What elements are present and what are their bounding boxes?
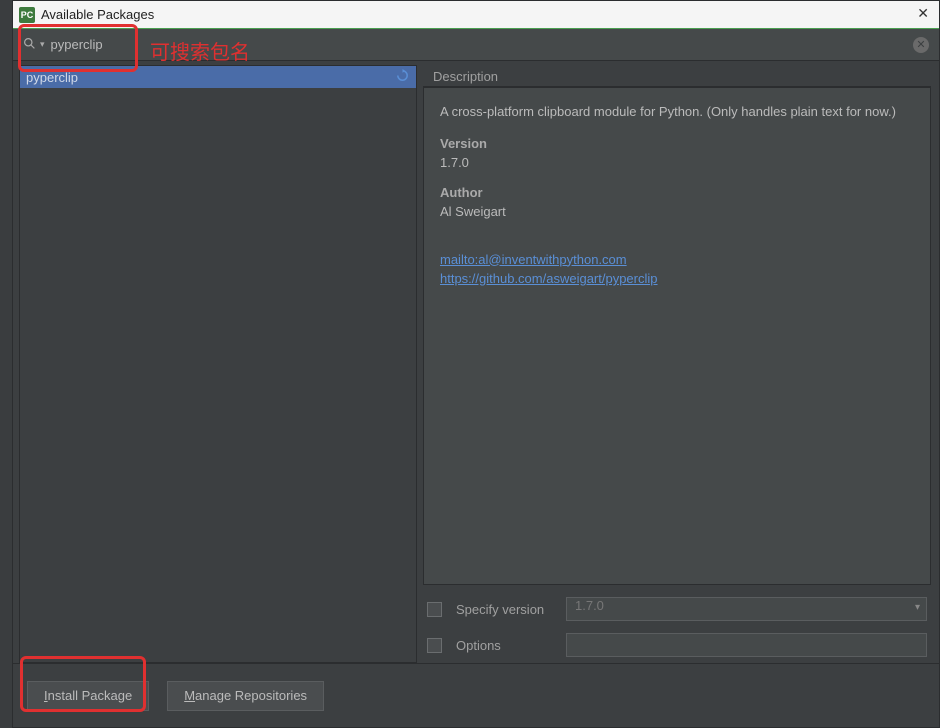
refresh-icon[interactable]	[395, 68, 410, 86]
package-name: pyperclip	[26, 70, 78, 85]
specify-version-label: Specify version	[456, 602, 566, 617]
chevron-down-icon: ▾	[915, 602, 920, 613]
app-icon: PC	[19, 7, 35, 23]
content-area: pyperclip Description A cross-platform c…	[13, 61, 939, 663]
bottom-bar: Install Package Manage Repositories	[13, 663, 939, 727]
package-list-selected-row[interactable]: pyperclip	[20, 66, 416, 88]
search-scope-dropdown-icon[interactable]: ▾	[40, 39, 45, 50]
specify-version-row: Specify version 1.7.0 ▾	[423, 591, 931, 627]
options-row: Options	[423, 627, 931, 663]
options-checkbox[interactable]	[427, 638, 442, 653]
close-icon[interactable]: ✕	[917, 5, 929, 22]
specify-version-checkbox[interactable]	[427, 602, 442, 617]
options-area: Specify version 1.7.0 ▾ Options	[423, 591, 931, 663]
search-bar: ▾ ✕	[13, 29, 939, 61]
ide-gutter	[0, 0, 12, 728]
repo-link[interactable]: https://github.com/asweigart/pyperclip	[440, 269, 914, 289]
package-list[interactable]: pyperclip	[19, 65, 417, 663]
search-input[interactable]	[51, 37, 913, 52]
version-label: Version	[440, 134, 914, 154]
version-value: 1.7.0	[440, 153, 914, 173]
available-packages-dialog: PC Available Packages ✕ ▾ ✕ pyperclip De…	[12, 0, 940, 728]
left-pane: pyperclip	[19, 65, 417, 663]
options-label: Options	[456, 638, 566, 653]
author-label: Author	[440, 183, 914, 203]
titlebar: PC Available Packages ✕	[13, 1, 939, 29]
options-input[interactable]	[566, 633, 927, 657]
description-header: Description	[423, 65, 931, 87]
description-panel: A cross-platform clipboard module for Py…	[423, 87, 931, 585]
clear-search-icon[interactable]: ✕	[913, 37, 929, 53]
specify-version-select[interactable]: 1.7.0 ▾	[566, 597, 927, 621]
search-icon	[23, 37, 36, 53]
email-link[interactable]: mailto:al@inventwithpython.com	[440, 250, 914, 270]
manage-repositories-button[interactable]: Manage Repositories	[167, 681, 324, 711]
install-package-button[interactable]: Install Package	[27, 681, 149, 711]
right-pane: Description A cross-platform clipboard m…	[423, 65, 931, 663]
description-text: A cross-platform clipboard module for Py…	[440, 102, 914, 122]
author-value: Al Sweigart	[440, 202, 914, 222]
window-title: Available Packages	[41, 7, 154, 22]
specify-version-value: 1.7.0	[575, 598, 604, 613]
